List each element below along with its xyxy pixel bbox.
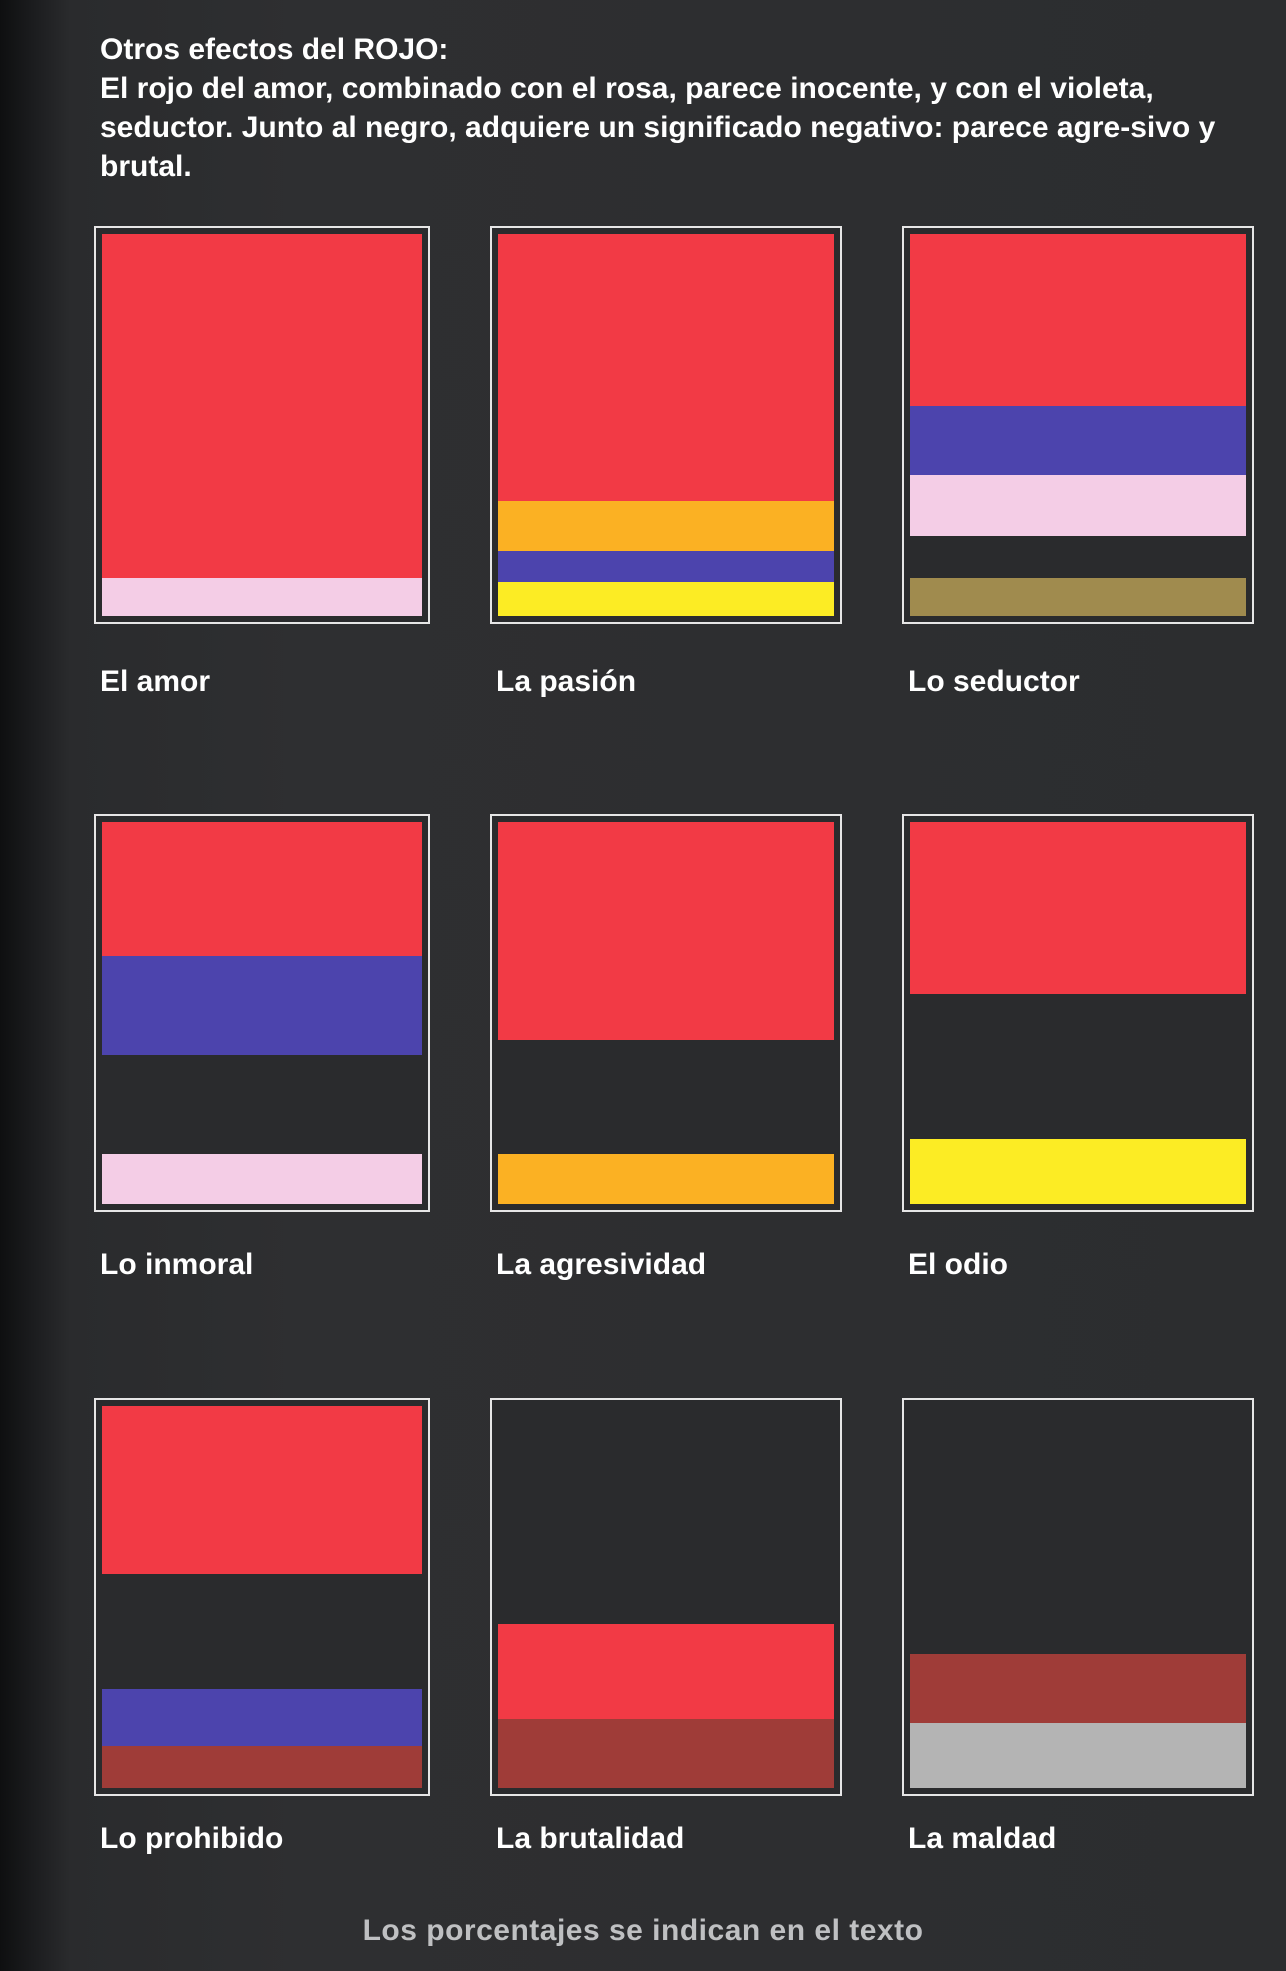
swatch-label: Lo prohibido — [100, 1822, 284, 1855]
color-band-black — [910, 535, 1246, 578]
color-band-yellow — [498, 581, 834, 616]
swatch-label: La pasión — [496, 665, 637, 698]
color-band-black — [102, 1055, 422, 1155]
color-band-violet — [102, 955, 422, 1055]
color-band-yellow — [910, 1139, 1246, 1204]
color-band-red — [910, 234, 1246, 406]
intro-paragraph: El rojo del amor, combinado con el rosa,… — [100, 72, 1216, 183]
color-band-olive — [910, 577, 1246, 616]
color-band-black — [498, 1406, 834, 1624]
color-band-gray — [910, 1723, 1246, 1788]
color-band-pink — [102, 1154, 422, 1204]
color-band-brown — [910, 1654, 1246, 1724]
swatch-bands — [910, 234, 1246, 616]
color-band-orange — [498, 501, 834, 552]
color-band-brown — [498, 1719, 834, 1788]
color-band-violet — [910, 405, 1246, 475]
color-band-brown — [102, 1745, 422, 1788]
color-swatch — [490, 814, 842, 1212]
color-band-red — [102, 822, 422, 956]
swatch-label: El amor — [100, 665, 211, 698]
color-band-black — [498, 1039, 834, 1155]
swatch-bands — [910, 822, 1246, 1204]
swatch-bands — [102, 1406, 422, 1788]
color-band-red — [498, 1623, 834, 1720]
swatch-bands — [102, 234, 422, 616]
swatch-label: La maldad — [908, 1822, 1057, 1855]
header: Otros efectos del ROJO: El rojo del amor… — [100, 30, 1250, 186]
color-swatch — [94, 226, 430, 624]
swatch-bands — [498, 822, 834, 1204]
color-band-violet — [498, 551, 834, 582]
color-swatch — [902, 814, 1254, 1212]
color-swatch — [490, 226, 842, 624]
section-heading: Otros efectos del ROJO: — [100, 33, 449, 66]
color-swatch — [902, 1398, 1254, 1796]
swatch-label: La brutalidad — [496, 1822, 685, 1855]
color-band-red — [102, 1406, 422, 1575]
color-band-red — [910, 822, 1246, 994]
color-band-red — [498, 234, 834, 502]
color-swatch — [902, 226, 1254, 624]
swatch-bands — [910, 1406, 1246, 1788]
color-swatch — [490, 1398, 842, 1796]
color-band-black — [910, 1406, 1246, 1655]
swatch-label: Lo inmoral — [100, 1248, 254, 1281]
color-band-pink — [102, 577, 422, 616]
swatch-bands — [498, 234, 834, 616]
color-band-red — [498, 822, 834, 1040]
swatch-label: El odio — [908, 1248, 1008, 1281]
swatch-bands — [498, 1406, 834, 1788]
color-band-black — [102, 1574, 422, 1689]
color-band-red — [102, 234, 422, 578]
color-swatch — [94, 1398, 430, 1796]
color-band-orange — [498, 1154, 834, 1204]
color-band-pink — [910, 474, 1246, 536]
color-band-violet — [102, 1688, 422, 1746]
swatch-label: La agresividad — [496, 1248, 707, 1281]
color-swatch — [94, 814, 430, 1212]
footer-note: Los porcentajes se indican en el texto — [362, 1914, 924, 1947]
swatch-label: Lo seductor — [908, 665, 1080, 698]
color-band-black — [910, 993, 1246, 1140]
swatch-bands — [102, 822, 422, 1204]
